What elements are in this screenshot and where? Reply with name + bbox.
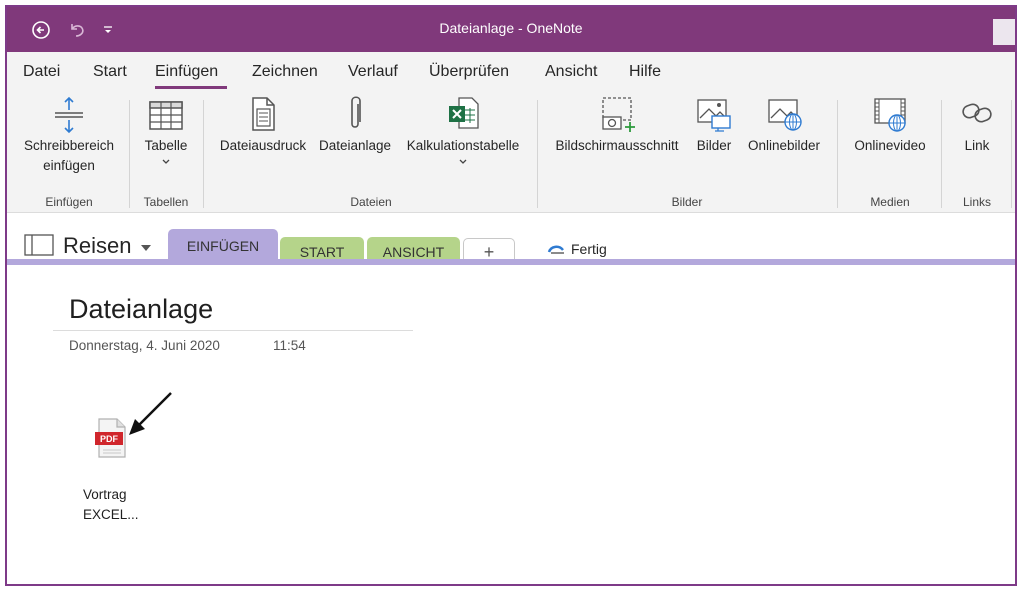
group-label-links: Links bbox=[962, 195, 991, 209]
file-attachment-label: Dateianlage bbox=[318, 138, 392, 153]
window-title: Dateianlage - OneNote bbox=[439, 20, 583, 36]
ribbon-separator bbox=[537, 100, 538, 208]
sync-status[interactable]: Fertig bbox=[547, 241, 607, 257]
insert-space-button[interactable]: Schreibbereich einfügen bbox=[15, 90, 123, 176]
online-video-button[interactable]: Onlinevideo bbox=[845, 90, 935, 156]
pdf-file-icon: PDF bbox=[95, 418, 126, 458]
file-printout-button[interactable]: Dateiausdruck bbox=[213, 90, 313, 156]
link-button[interactable]: Link bbox=[949, 90, 1005, 156]
ribbon-separator bbox=[1011, 100, 1012, 208]
online-pictures-icon bbox=[768, 99, 802, 131]
screen-clipping-icon bbox=[602, 97, 635, 132]
group-label-media: Medien bbox=[870, 195, 910, 209]
page-time: 11:54 bbox=[273, 338, 306, 353]
tab-start[interactable]: Start bbox=[93, 63, 127, 81]
paperclip-icon bbox=[351, 96, 361, 128]
tab-ueberpruefen[interactable]: Überprüfen bbox=[429, 63, 509, 81]
onenote-window: Dateianlage - OneNote Datei Start Einfüg… bbox=[5, 5, 1017, 586]
spreadsheet-button[interactable]: Kalkulationstabelle bbox=[397, 90, 529, 166]
screen-clipping-button[interactable]: Bildschirmausschnitt bbox=[547, 90, 687, 156]
tab-verlauf[interactable]: Verlauf bbox=[348, 63, 398, 81]
insert-space-label-2: einfügen bbox=[43, 158, 95, 173]
title-bar: Dateianlage - OneNote bbox=[7, 7, 1015, 52]
page-date: Donnerstag, 4. Juni 2020 bbox=[69, 338, 220, 353]
chevron-down-icon bbox=[459, 159, 467, 164]
tab-hilfe[interactable]: Hilfe bbox=[629, 63, 661, 81]
table-label: Tabelle bbox=[144, 138, 188, 153]
online-pictures-label: Onlinebilder bbox=[747, 138, 821, 153]
caret-down-icon[interactable] bbox=[140, 244, 152, 252]
pictures-icon bbox=[697, 99, 731, 132]
pictures-button[interactable]: Bilder bbox=[689, 90, 739, 156]
ribbon-tabs: Datei Start Einfügen Zeichnen Verlauf Üb… bbox=[7, 52, 1015, 90]
online-video-label: Onlinevideo bbox=[854, 138, 926, 153]
attachment-name-line-1: Vortrag bbox=[83, 487, 127, 502]
sync-status-label: Fertig bbox=[571, 241, 607, 257]
insert-space-label-1: Schreibbereich bbox=[23, 138, 115, 153]
tab-datei[interactable]: Datei bbox=[23, 63, 60, 81]
attachment-name-line-2: EXCEL... bbox=[83, 507, 139, 522]
ribbon-separator bbox=[837, 100, 838, 208]
insert-space-icon bbox=[55, 96, 83, 134]
pdf-badge: PDF bbox=[100, 434, 119, 444]
table-button[interactable]: Tabelle bbox=[135, 90, 197, 166]
group-label-tables: Tabellen bbox=[143, 195, 189, 209]
file-printout-label: Dateiausdruck bbox=[219, 138, 307, 153]
active-tab-indicator bbox=[155, 86, 227, 89]
online-pictures-button[interactable]: Onlinebilder bbox=[741, 90, 827, 156]
ribbon-separator bbox=[203, 100, 204, 208]
spreadsheet-label: Kalkulationstabelle bbox=[406, 138, 520, 153]
pointer-arrow-icon bbox=[129, 392, 172, 435]
sync-icon bbox=[547, 245, 564, 254]
pictures-label: Bilder bbox=[696, 138, 732, 153]
ribbon: Schreibbereich einfügen Einfügen Tabelle… bbox=[7, 90, 1015, 213]
account-box[interactable] bbox=[993, 19, 1015, 45]
tab-zeichnen[interactable]: Zeichnen bbox=[252, 63, 318, 81]
file-printout-icon bbox=[252, 97, 275, 131]
group-label-files: Dateien bbox=[350, 195, 392, 209]
notebook-icon[interactable] bbox=[24, 234, 54, 256]
excel-icon bbox=[449, 97, 479, 129]
notebook-name[interactable]: Reisen bbox=[63, 233, 131, 259]
page-title-divider bbox=[53, 330, 413, 331]
tab-ansicht[interactable]: Ansicht bbox=[545, 63, 597, 81]
section-color-line bbox=[7, 259, 1015, 265]
link-icon bbox=[962, 103, 992, 123]
page-title[interactable]: Dateianlage bbox=[69, 294, 213, 325]
ribbon-separator bbox=[129, 100, 130, 208]
screen-clipping-label: Bildschirmausschnitt bbox=[555, 138, 679, 153]
group-label-images: Bilder bbox=[671, 195, 703, 209]
chevron-down-icon bbox=[162, 159, 170, 164]
online-video-icon bbox=[874, 98, 906, 132]
tab-einfuegen[interactable]: Einfügen bbox=[155, 63, 218, 81]
table-icon bbox=[149, 101, 183, 130]
link-label: Link bbox=[964, 138, 990, 153]
attachment-name: Vortrag EXCEL... bbox=[83, 485, 163, 525]
group-label-insert: Einfügen bbox=[45, 195, 93, 209]
file-attachment-button[interactable]: Dateianlage bbox=[313, 90, 397, 156]
ribbon-separator bbox=[941, 100, 942, 208]
